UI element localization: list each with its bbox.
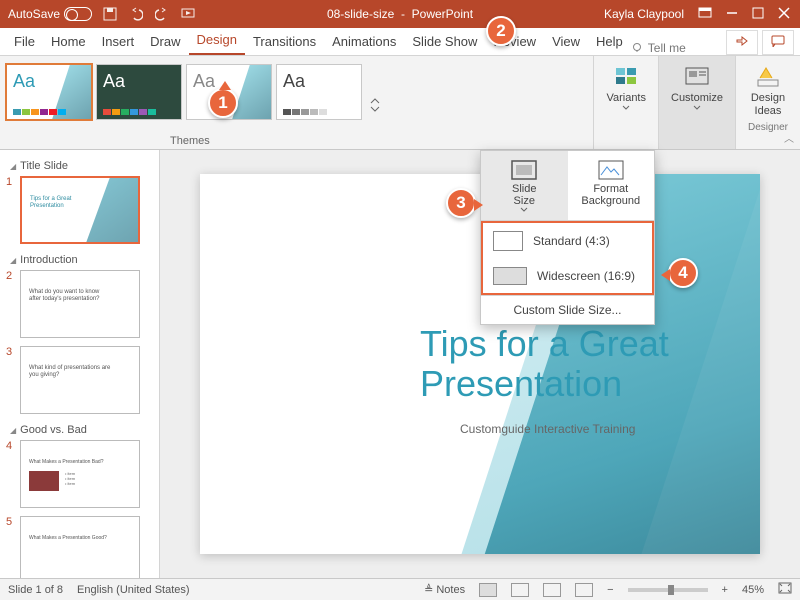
slide-thumbnail-3[interactable]: What kind of presentations are you givin…	[20, 346, 140, 414]
themes-group-label: Themes	[170, 135, 210, 147]
notes-button[interactable]: ≜ Notes	[424, 583, 465, 596]
callout-1: 1	[208, 88, 238, 118]
tab-draw[interactable]: Draw	[142, 29, 188, 55]
customize-dropdown: Slide Size Format Background Standard (4…	[480, 150, 655, 325]
theme-tile-1[interactable]: Aa	[6, 64, 92, 120]
tab-help[interactable]: Help	[588, 29, 631, 55]
callout-3: 3	[446, 188, 476, 218]
callout-4: 4	[668, 258, 698, 288]
save-icon[interactable]	[102, 6, 118, 22]
aspect-4-3-icon	[493, 231, 523, 251]
format-background-button[interactable]: Format Background	[568, 151, 655, 220]
status-bar: Slide 1 of 8 English (United States) ≜ N…	[0, 578, 800, 600]
slide-thumbnail-4[interactable]: What Makes a Presentation Bad? • item• i…	[20, 440, 140, 508]
minimize-icon[interactable]	[726, 7, 738, 22]
title-bar: AutoSave 08-slide-size - PowerPoint Kayl…	[0, 0, 800, 28]
toggle-off-icon	[64, 7, 92, 21]
user-name[interactable]: Kayla Claypool	[604, 7, 684, 21]
zoom-in-icon[interactable]: +	[722, 584, 728, 596]
fit-to-window-icon[interactable]	[778, 582, 792, 597]
tell-me-search[interactable]: Tell me	[631, 41, 686, 55]
section-header[interactable]: Good vs. Bad	[4, 420, 155, 438]
tab-view[interactable]: View	[544, 29, 588, 55]
option-standard[interactable]: Standard (4:3)	[483, 223, 652, 259]
slide-size-icon	[510, 159, 538, 181]
slide-thumbnail-2[interactable]: What do you want to know after today's p…	[20, 270, 140, 338]
design-ideas-icon	[754, 62, 782, 90]
normal-view-icon[interactable]	[479, 583, 497, 597]
redo-icon[interactable]	[154, 6, 170, 22]
slideshow-view-icon[interactable]	[575, 583, 593, 597]
format-background-icon	[597, 159, 625, 181]
tab-insert[interactable]: Insert	[94, 29, 143, 55]
lightbulb-icon	[631, 42, 644, 55]
tab-animations[interactable]: Animations	[324, 29, 404, 55]
thumb-number: 1	[6, 176, 16, 188]
autosave-label: AutoSave	[8, 7, 60, 21]
section-header[interactable]: Introduction	[4, 250, 155, 268]
tab-file[interactable]: File	[6, 29, 43, 55]
language[interactable]: English (United States)	[77, 584, 190, 596]
aspect-16-9-icon	[493, 267, 527, 285]
slide-title[interactable]: Tips for a Great Presentation	[420, 324, 669, 403]
option-widescreen[interactable]: Widescreen (16:9)	[483, 259, 652, 293]
variants-icon	[612, 62, 640, 90]
option-custom-size[interactable]: Custom Slide Size...	[481, 295, 654, 324]
callout-2: 2	[486, 16, 516, 46]
thumb-number: 5	[6, 516, 16, 528]
close-icon[interactable]	[778, 7, 790, 22]
zoom-level[interactable]: 45%	[742, 584, 764, 596]
chevron-down-icon	[520, 207, 528, 212]
work-area: Title Slide 1 Tips for a Great Presentat…	[0, 150, 800, 578]
ribbon: Aa Aa Aa Aa Themes Variants Cus	[0, 56, 800, 150]
share-icon[interactable]	[726, 30, 758, 55]
window-title: 08-slide-size - PowerPoint	[196, 7, 604, 21]
thumb-number: 2	[6, 270, 16, 282]
slide-subtitle[interactable]: Customguide Interactive Training	[460, 422, 635, 436]
ribbon-tabs: File Home Insert Draw Design Transitions…	[0, 28, 800, 56]
theme-tile-2[interactable]: Aa	[96, 64, 182, 120]
tab-slideshow[interactable]: Slide Show	[404, 29, 485, 55]
tab-design[interactable]: Design	[189, 27, 245, 55]
slide-thumbnail-panel[interactable]: Title Slide 1 Tips for a Great Presentat…	[0, 150, 160, 578]
variants-button[interactable]: Variants	[593, 56, 658, 149]
ribbon-options-icon[interactable]	[698, 7, 712, 22]
undo-icon[interactable]	[128, 6, 144, 22]
customize-button[interactable]: Customize	[658, 56, 735, 149]
slide-size-button[interactable]: Slide Size	[481, 151, 568, 220]
theme-tile-4[interactable]: Aa	[276, 64, 362, 120]
maximize-icon[interactable]	[752, 7, 764, 22]
autosave-toggle[interactable]: AutoSave	[8, 7, 92, 21]
chevron-down-icon	[622, 105, 630, 110]
start-slideshow-icon[interactable]	[180, 6, 196, 22]
thumb-number: 3	[6, 346, 16, 358]
slide-size-options: Standard (4:3) Widescreen (16:9)	[481, 221, 654, 295]
collapse-ribbon-icon[interactable]: ︿	[784, 130, 794, 145]
section-header[interactable]: Title Slide	[4, 156, 155, 174]
comments-icon[interactable]	[762, 30, 794, 55]
sorter-view-icon[interactable]	[511, 583, 529, 597]
zoom-out-icon[interactable]: −	[607, 584, 613, 596]
slide-count[interactable]: Slide 1 of 8	[8, 584, 63, 596]
slide-thumbnail-5[interactable]: What Makes a Presentation Good?	[20, 516, 140, 578]
slide-thumbnail-1[interactable]: Tips for a Great Presentation	[20, 176, 140, 244]
theme-more-icon[interactable]	[366, 64, 382, 145]
tab-transitions[interactable]: Transitions	[245, 29, 324, 55]
chevron-down-icon	[693, 105, 701, 110]
zoom-slider[interactable]	[628, 588, 708, 592]
customize-icon	[683, 62, 711, 90]
reading-view-icon[interactable]	[543, 583, 561, 597]
thumb-number: 4	[6, 440, 16, 452]
tab-home[interactable]: Home	[43, 29, 94, 55]
